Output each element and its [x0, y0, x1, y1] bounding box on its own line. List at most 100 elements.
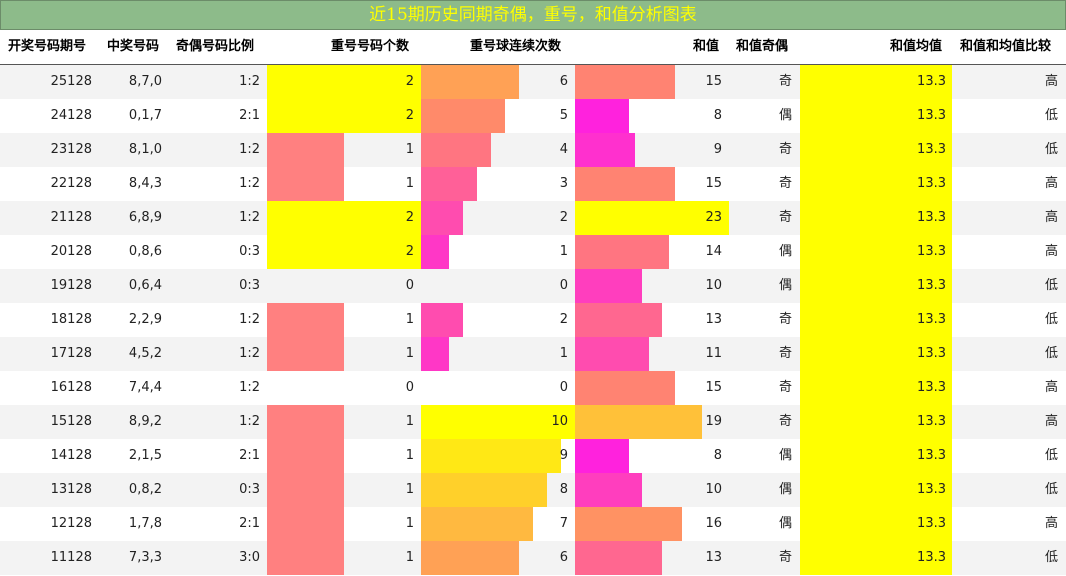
cell-repeat-streak: 0 — [559, 278, 568, 293]
cell-repeat-streak: 1 — [559, 244, 568, 259]
cell-compare: 高 — [1044, 210, 1058, 225]
cell-numbers: 8,1,0 — [128, 142, 162, 157]
cell-period: 15128 — [50, 414, 92, 429]
cell-sum-parity: 奇 — [778, 414, 792, 429]
cell-repeat-count: 2 — [405, 210, 414, 225]
table-row: 16128 7,4,4 1:2 0 0 15 奇 13.3 高 — [0, 371, 1066, 405]
cell-ratio: 1:2 — [239, 210, 260, 225]
cell-repeat-count: 1 — [405, 550, 414, 565]
cell-sum-parity: 奇 — [778, 550, 792, 565]
cell-sum: 15 — [705, 380, 722, 395]
cell-period: 19128 — [50, 278, 92, 293]
cell-sum: 15 — [705, 74, 722, 89]
cell-ratio: 0:3 — [239, 244, 260, 259]
cell-repeat-count: 2 — [405, 108, 414, 123]
cell-ratio: 1:2 — [239, 74, 260, 89]
cell-sum: 15 — [705, 176, 722, 191]
cell-period: 20128 — [50, 244, 92, 259]
table-row: 25128 8,7,0 1:2 2 6 15 奇 13.3 高 — [0, 65, 1066, 99]
header-ratio: 奇偶号码比例 — [176, 39, 255, 54]
cell-sum-parity: 偶 — [778, 482, 792, 497]
cell-compare: 低 — [1044, 278, 1058, 293]
cell-period: 23128 — [50, 142, 92, 157]
cell-sum-parity: 偶 — [778, 516, 792, 531]
cell-numbers: 2,1,5 — [128, 448, 162, 463]
cell-repeat-count: 0 — [405, 380, 414, 395]
cell-period: 21128 — [50, 210, 92, 225]
table-row: 22128 8,4,3 1:2 1 3 15 奇 13.3 高 — [0, 167, 1066, 201]
cell-avg: 13.3 — [917, 380, 946, 395]
cell-compare: 高 — [1044, 74, 1058, 89]
cell-numbers: 8,7,0 — [128, 74, 162, 89]
cell-numbers: 7,3,3 — [128, 550, 162, 565]
cell-numbers: 2,2,9 — [128, 312, 162, 327]
cell-period: 24128 — [50, 108, 92, 123]
header-period: 开奖号码期号 — [8, 39, 87, 54]
cell-numbers: 0,6,4 — [128, 278, 162, 293]
cell-avg: 13.3 — [917, 448, 946, 463]
table-row: 23128 8,1,0 1:2 1 4 9 奇 13.3 低 — [0, 133, 1066, 167]
cell-compare: 低 — [1044, 550, 1058, 565]
table-row: 14128 2,1,5 2:1 1 9 8 偶 13.3 低 — [0, 439, 1066, 473]
table-header: 开奖号码期号 中奖号码 奇偶号码比例 重号号码个数 重号球连续次数 和值 和值奇… — [0, 30, 1066, 65]
cell-repeat-streak: 0 — [559, 380, 568, 395]
cell-period: 11128 — [50, 550, 92, 565]
cell-repeat-count: 1 — [405, 312, 414, 327]
cell-ratio: 2:1 — [239, 448, 260, 463]
cell-sum: 13 — [705, 550, 722, 565]
cell-compare: 低 — [1044, 142, 1058, 157]
cell-compare: 高 — [1044, 414, 1058, 429]
header-compare: 和值和均值比较 — [960, 39, 1052, 54]
cell-ratio: 1:2 — [239, 176, 260, 191]
cell-repeat-streak: 7 — [559, 516, 568, 531]
cell-numbers: 7,4,4 — [128, 380, 162, 395]
cell-sum-parity: 偶 — [778, 448, 792, 463]
cell-compare: 高 — [1044, 516, 1058, 531]
cell-repeat-count: 0 — [405, 278, 414, 293]
cell-sum: 8 — [713, 448, 722, 463]
cell-avg: 13.3 — [917, 516, 946, 531]
cell-avg: 13.3 — [917, 244, 946, 259]
cell-period: 17128 — [50, 346, 92, 361]
cell-repeat-streak: 6 — [559, 550, 568, 565]
cell-ratio: 1:2 — [239, 142, 260, 157]
cell-period: 18128 — [50, 312, 92, 327]
cell-sum: 16 — [705, 516, 722, 531]
cell-ratio: 1:2 — [239, 312, 260, 327]
cell-sum-parity: 偶 — [778, 108, 792, 123]
cell-sum-parity: 偶 — [778, 244, 792, 259]
cell-period: 14128 — [50, 448, 92, 463]
cell-ratio: 1:2 — [239, 414, 260, 429]
table-row: 15128 8,9,2 1:2 1 10 19 奇 13.3 高 — [0, 405, 1066, 439]
cell-numbers: 8,9,2 — [128, 414, 162, 429]
cell-sum-parity: 偶 — [778, 278, 792, 293]
cell-numbers: 4,5,2 — [128, 346, 162, 361]
cell-period: 22128 — [50, 176, 92, 191]
cell-avg: 13.3 — [917, 142, 946, 157]
cell-compare: 低 — [1044, 482, 1058, 497]
cell-repeat-streak: 4 — [559, 142, 568, 157]
cell-repeat-count: 1 — [405, 142, 414, 157]
cell-repeat-streak: 6 — [559, 74, 568, 89]
cell-repeat-count: 2 — [405, 74, 414, 89]
cell-repeat-streak: 2 — [559, 312, 568, 327]
cell-sum-parity: 奇 — [778, 380, 792, 395]
cell-sum-parity: 奇 — [778, 210, 792, 225]
cell-repeat-count: 1 — [405, 414, 414, 429]
cell-sum-parity: 奇 — [778, 176, 792, 191]
cell-numbers: 6,8,9 — [128, 210, 162, 225]
cell-ratio: 0:3 — [239, 482, 260, 497]
cell-repeat-streak: 10 — [551, 414, 568, 429]
cell-avg: 13.3 — [917, 346, 946, 361]
cell-period: 16128 — [50, 380, 92, 395]
cell-sum-parity: 奇 — [778, 142, 792, 157]
table-row: 11128 7,3,3 3:0 1 6 13 奇 13.3 低 — [0, 541, 1066, 575]
cell-repeat-count: 2 — [405, 244, 414, 259]
cell-sum-parity: 奇 — [778, 312, 792, 327]
header-sum-parity: 和值奇偶 — [736, 39, 789, 54]
cell-period: 12128 — [50, 516, 92, 531]
cell-sum: 9 — [713, 142, 722, 157]
header-repeat-streak: 重号球连续次数 — [470, 39, 562, 54]
cell-ratio: 3:0 — [239, 550, 260, 565]
header-numbers: 中奖号码 — [107, 39, 160, 54]
